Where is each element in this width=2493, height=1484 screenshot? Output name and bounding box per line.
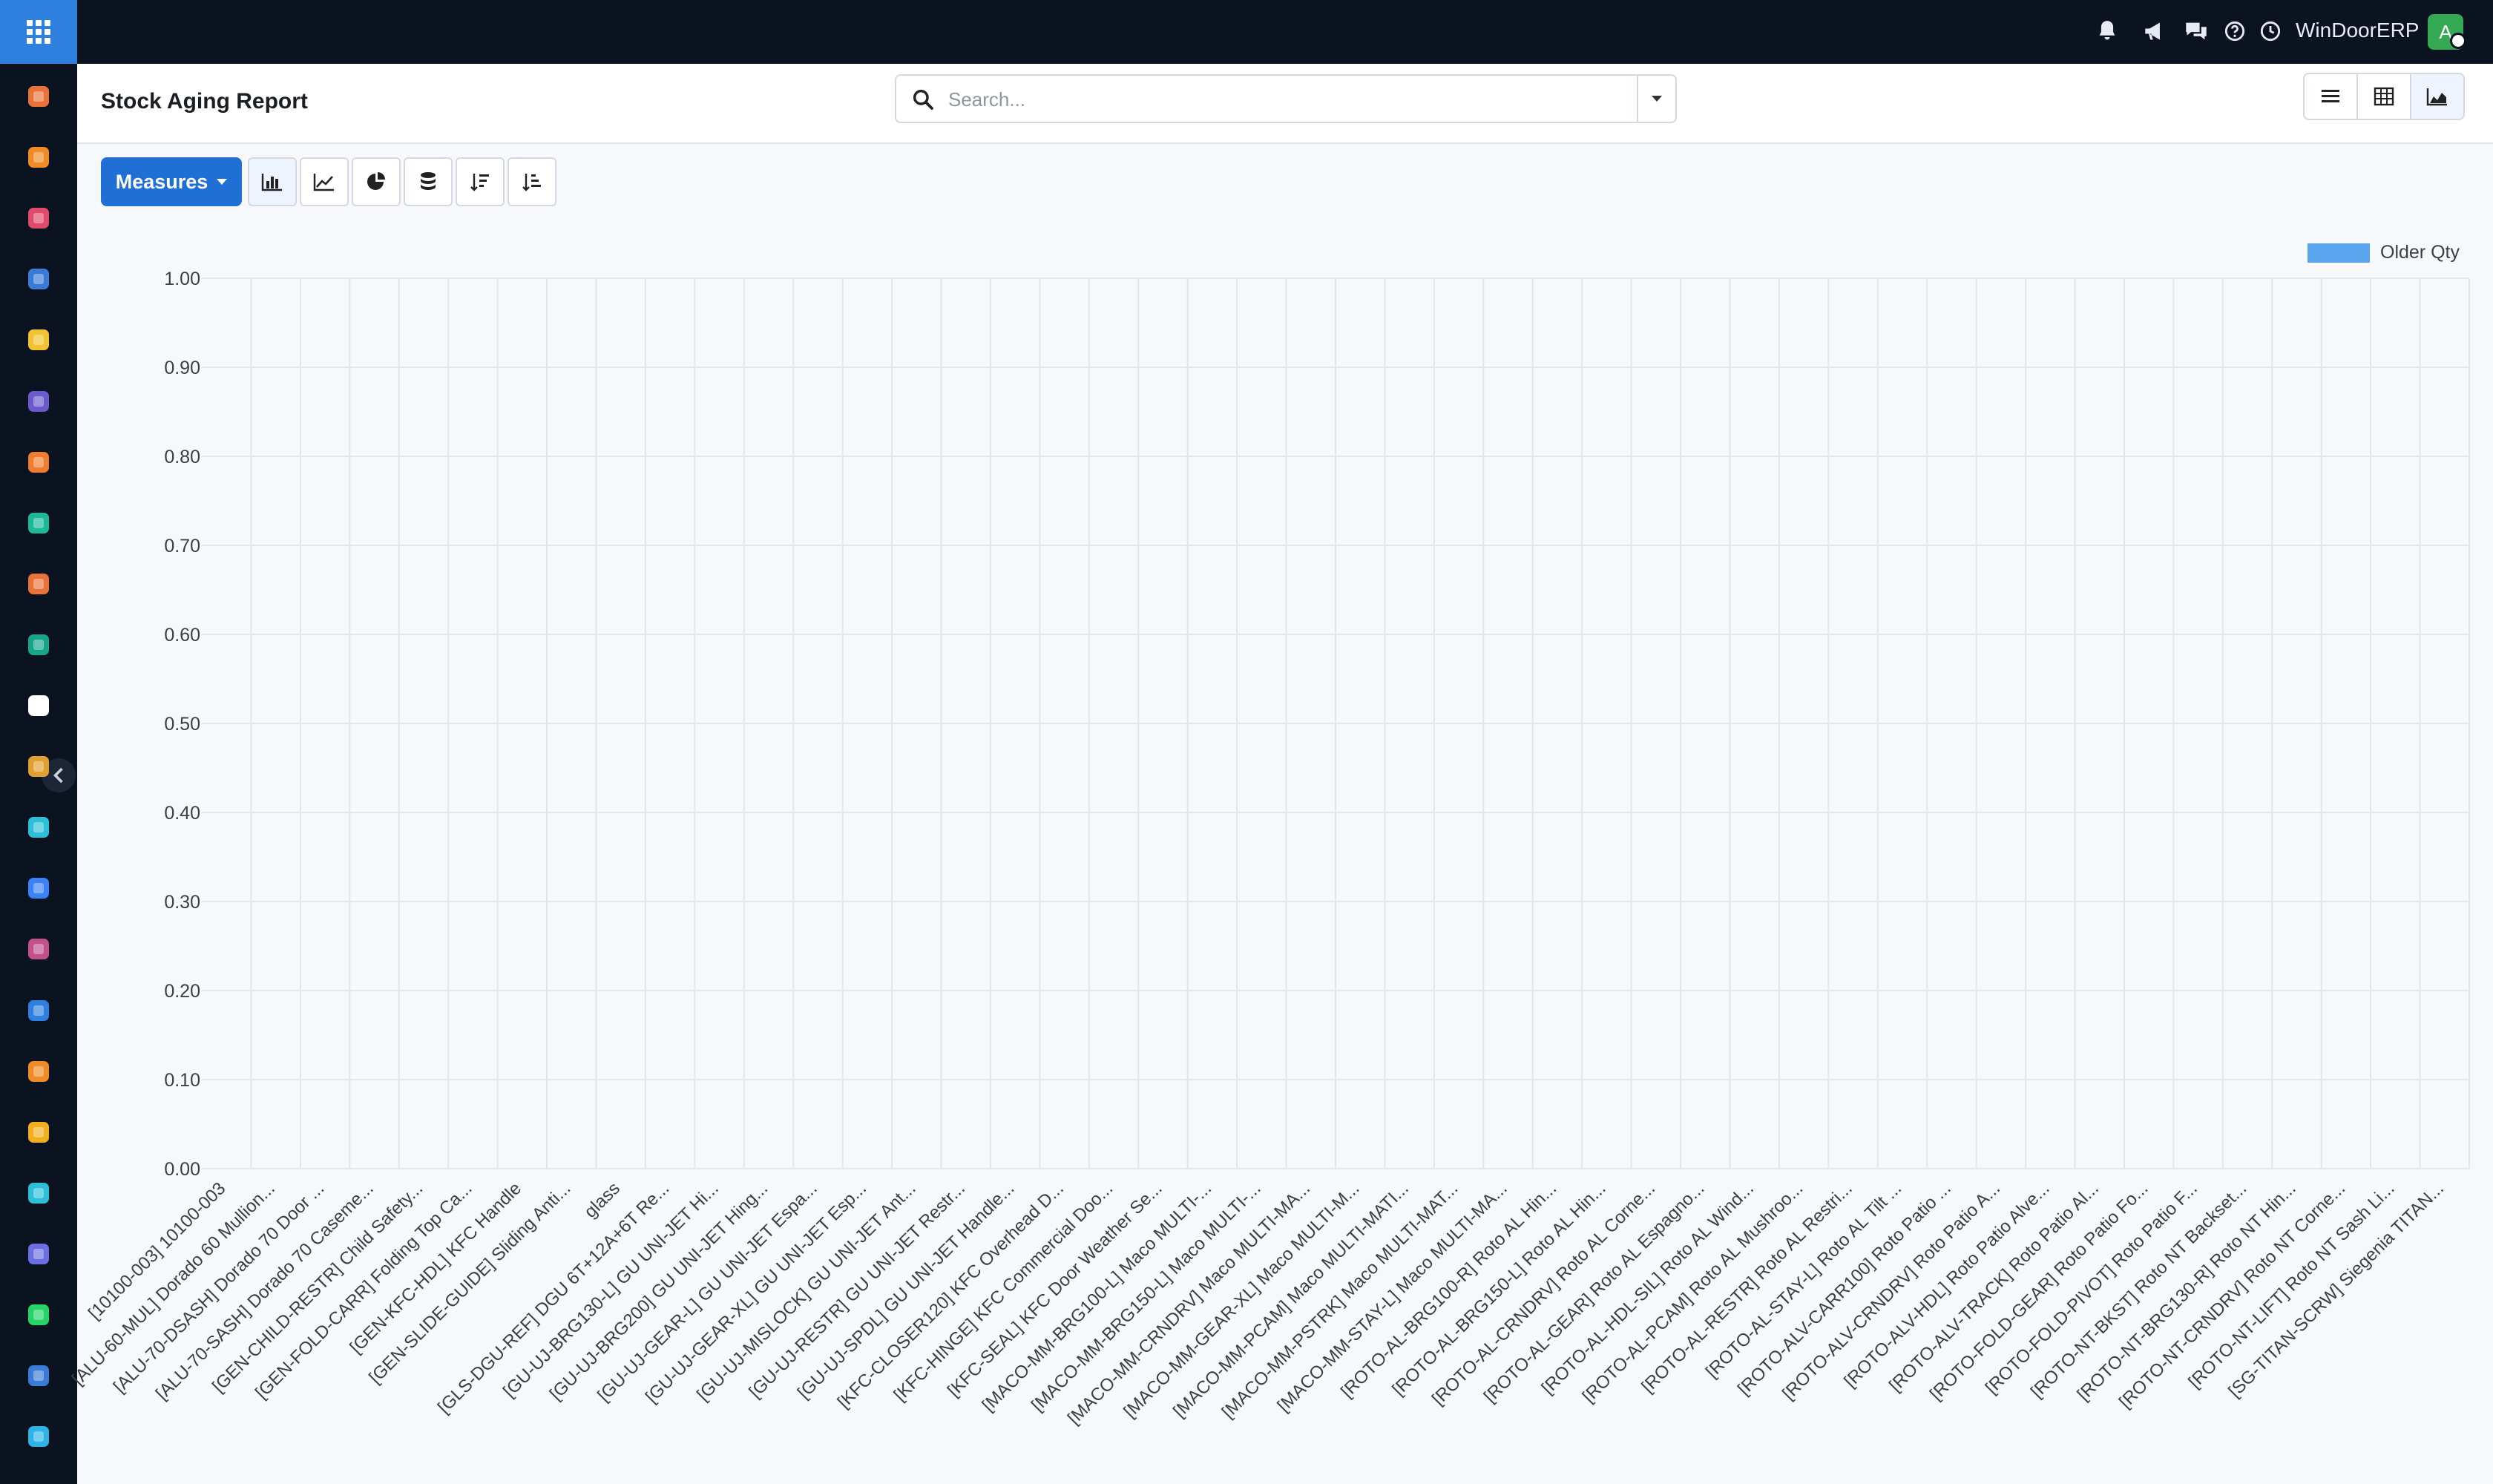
y-tick-label: 0.50 — [164, 714, 200, 735]
x-tick-label: [MACO-MM-BRG150-L] Maco MULTI-... — [1028, 1178, 1265, 1416]
chart-legend[interactable]: Older Qty — [2308, 242, 2460, 263]
legend-label: Older Qty — [2380, 242, 2460, 263]
legend-swatch — [2308, 243, 2370, 263]
odoo-apps-icon[interactable] — [24, 142, 53, 172]
y-tick-label: 0.20 — [164, 981, 200, 1002]
y-tick-label: 1.00 — [164, 269, 200, 289]
funnel-icon[interactable] — [24, 508, 53, 538]
contacts-icon[interactable] — [24, 630, 53, 660]
employees-icon[interactable] — [24, 1057, 53, 1086]
whatsapp-icon[interactable] — [24, 1300, 53, 1330]
inventory-icon[interactable] — [24, 82, 53, 111]
gauge-icon[interactable] — [24, 1361, 53, 1391]
calendar-icon[interactable] — [24, 1117, 53, 1147]
y-tick-label: 0.70 — [164, 536, 200, 556]
y-tick-label: 0.30 — [164, 892, 200, 913]
y-tick-label: 0.00 — [164, 1159, 200, 1180]
box-icon[interactable] — [24, 691, 53, 720]
discuss-icon[interactable] — [24, 1422, 53, 1451]
mail-marketing-icon[interactable] — [24, 387, 53, 416]
invoice-icon[interactable] — [24, 996, 53, 1025]
pie-chart-icon[interactable] — [24, 203, 53, 233]
book-icon[interactable] — [24, 873, 53, 903]
x-tick-label: [KFC-CLOSER120] KFC Overhead D... — [834, 1178, 1068, 1412]
stock-aging-chart: 0.00 0.10 0.20 0.30 0.40 0.50 0.60 0.70 0.80 0.90… — [68, 269, 2470, 1428]
y-tick-label: 0.80 — [164, 447, 200, 467]
x-tick-label: [MACO-MM-BRG100-L] Maco MULTI-... — [979, 1178, 1216, 1416]
y-tick-label: 0.60 — [164, 625, 200, 646]
y-tick-label: 0.10 — [164, 1070, 200, 1091]
x-tick-label: glass — [580, 1178, 624, 1222]
x-tick-label: [MACO-MM-STAY-L] Maco MULTI-MA... — [1274, 1178, 1511, 1416]
x-tick-label: [ROTO-NT-CRNDRV] Roto NT Corne... — [2115, 1178, 2349, 1412]
package-icon[interactable] — [24, 934, 53, 964]
bar-chart-icon[interactable] — [24, 569, 53, 599]
widgets-icon[interactable] — [24, 1239, 53, 1269]
paper-plane-icon[interactable] — [24, 325, 53, 355]
y-tick-label: 0.90 — [164, 358, 200, 378]
check-icon[interactable] — [24, 812, 53, 842]
dashboard-gauge-icon[interactable] — [24, 264, 53, 294]
chat-bubble-icon[interactable] — [24, 447, 53, 477]
sign-icon[interactable] — [24, 1178, 53, 1208]
pen-tool-icon[interactable] — [24, 752, 53, 781]
y-tick-label: 0.40 — [164, 803, 200, 824]
